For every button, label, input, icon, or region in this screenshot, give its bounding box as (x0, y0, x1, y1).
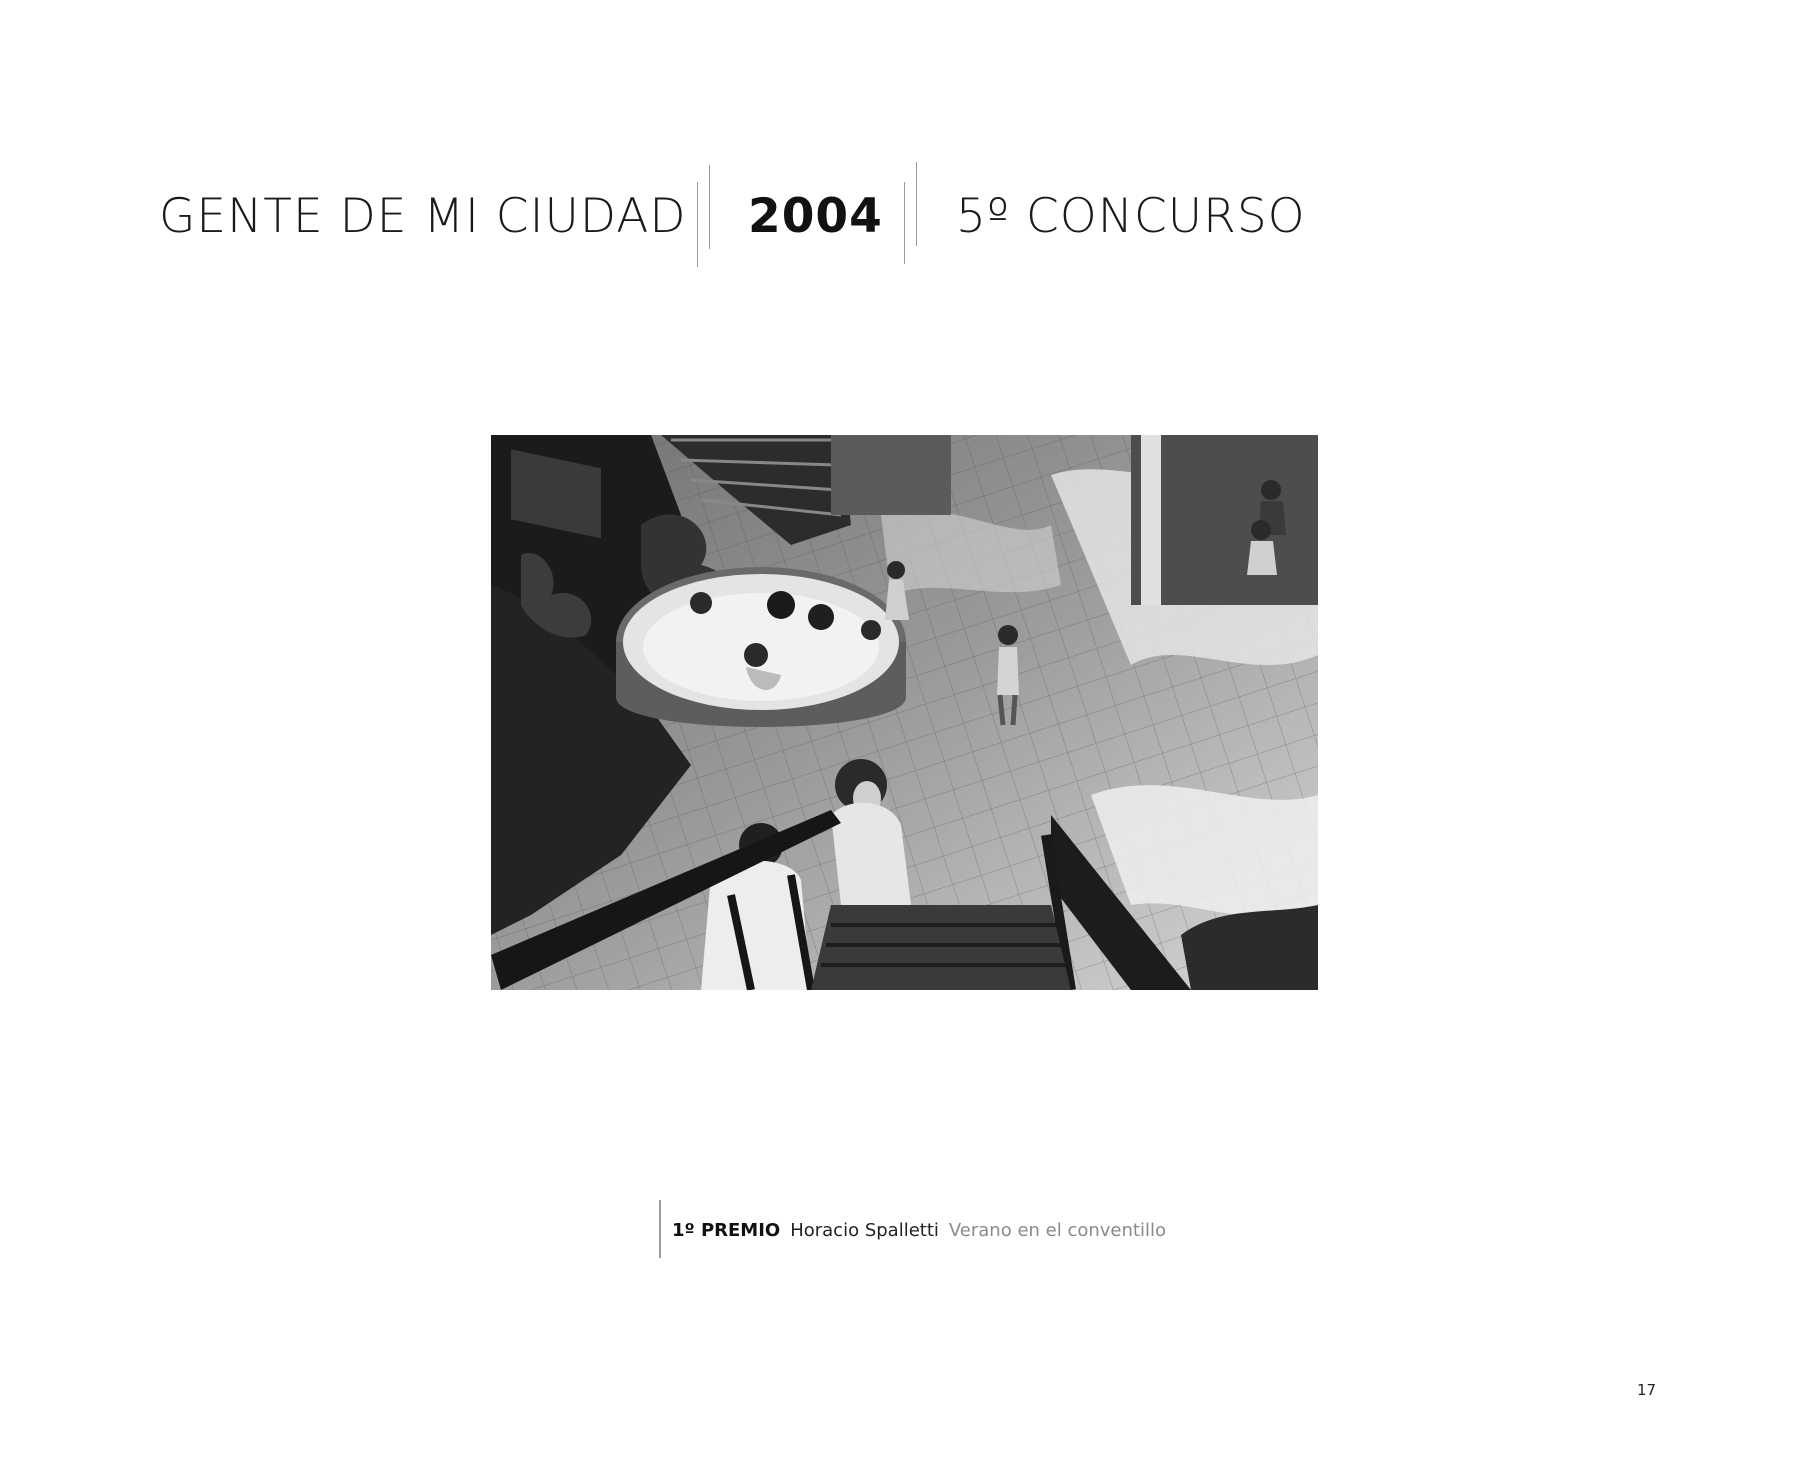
caption-text: 1º PREMIO Horacio Spalletti Verano en el c… (672, 1220, 1166, 1241)
page-number: 17 (1637, 1381, 1657, 1399)
author-name: Horacio Spalletti (790, 1220, 939, 1241)
prize-label: 1º PREMIO (672, 1220, 781, 1241)
caption-separator (659, 1200, 661, 1258)
header-separator-right-inner (916, 162, 917, 246)
header-separator-right-outer (904, 182, 905, 264)
photo-illustration (491, 435, 1318, 990)
edition-year: 2004 (748, 189, 883, 244)
header-separator-left-outer (697, 182, 698, 267)
header-separator-left-inner (709, 165, 710, 249)
work-title: Verano en el conventillo (948, 1220, 1166, 1241)
page-header: GENTE DE MI CIUDAD 2004 5º CONCURSO (0, 0, 1800, 300)
winning-photograph (491, 435, 1318, 990)
contest-number: 5º CONCURSO (956, 189, 1306, 244)
series-title: GENTE DE MI CIUDAD (159, 189, 687, 244)
